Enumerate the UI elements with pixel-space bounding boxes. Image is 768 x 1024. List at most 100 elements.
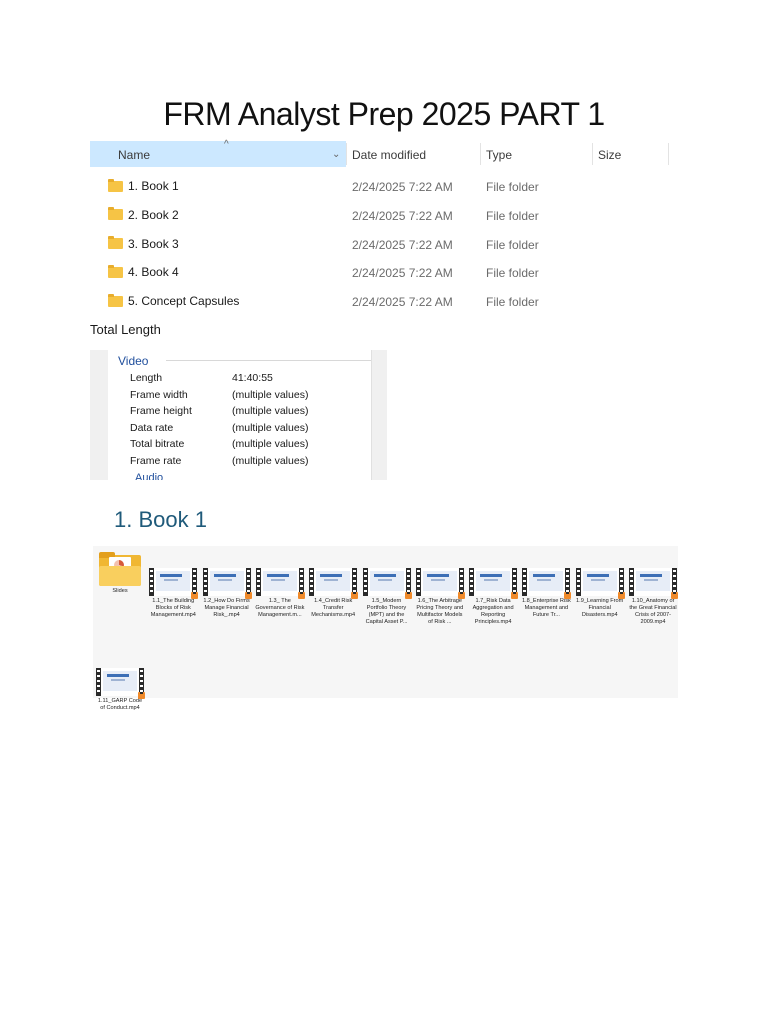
folder-icon bbox=[108, 178, 123, 192]
type-cell: File folder bbox=[486, 295, 539, 310]
type-cell: File folder bbox=[486, 237, 539, 252]
video-file-tile[interactable]: 1.4_Credit Risk Transfer Mechanisms.mp4 bbox=[308, 552, 359, 619]
property-label: Frame height bbox=[130, 405, 192, 417]
file-name: 1.10_Anatomy of the Great Financial Cris… bbox=[629, 598, 677, 625]
property-label: Frame width bbox=[130, 388, 188, 401]
video-thumbnail-icon bbox=[309, 568, 359, 599]
column-header-type[interactable]: Type bbox=[486, 141, 512, 169]
total-length-label: Total Length bbox=[90, 322, 161, 337]
properties-scrollbar[interactable] bbox=[371, 350, 387, 480]
video-file-tile[interactable]: 1.10_Anatomy of the Great Financial Cris… bbox=[628, 552, 678, 626]
date-modified-cell: 2/24/2025 7:22 AM bbox=[352, 237, 453, 252]
folder-row[interactable]: 5. Concept Capsules 2/24/2025 7:22 AM File… bbox=[90, 286, 670, 315]
section-divider bbox=[166, 360, 378, 361]
file-name: 1.6_The Arbitrage Pricing Theory and Mul… bbox=[416, 598, 464, 625]
properties-panel: Video Length 41:40:55 Frame width (multiple… bbox=[90, 350, 401, 480]
folder-name-cell: 1. Book 1 bbox=[108, 178, 179, 193]
folder-rows: 1. Book 1 2/24/2025 7:22 AM File folder 2. … bbox=[90, 171, 670, 315]
column-divider[interactable] bbox=[668, 143, 669, 165]
video-file-tile[interactable]: 1.7_Risk Data Aggregation and Reporting … bbox=[468, 552, 519, 626]
video-thumbnail-icon bbox=[629, 568, 678, 599]
video-section-heading: Video bbox=[118, 354, 149, 368]
video-thumbnail-icon bbox=[202, 568, 252, 599]
property-value: (multiple values) bbox=[232, 388, 309, 401]
folder-row[interactable]: 2. Book 2 2/24/2025 7:22 AM File folder bbox=[90, 200, 670, 229]
date-modified-cell: 2/24/2025 7:22 AM bbox=[352, 180, 453, 194]
file-name: 1.5_Modern Portfolio Theory (MPT) and th… bbox=[365, 598, 408, 625]
properties-content: Video Length 41:40:55 Frame width (multiple… bbox=[108, 350, 401, 480]
column-header-name[interactable]: Name bbox=[90, 141, 346, 167]
column-divider[interactable] bbox=[480, 143, 481, 165]
file-name: 1.3_ The Governance of Risk Management.m… bbox=[255, 598, 305, 618]
property-label: Frame rate bbox=[130, 454, 182, 467]
video-file-tile[interactable]: 1.11_GARP Code of Conduct.mp4 bbox=[95, 652, 145, 712]
audio-section-heading: Audio bbox=[135, 472, 164, 480]
document-title: FRM Analyst Prep 2025 PART 1 bbox=[163, 96, 605, 132]
file-name: 1.2_How Do Firms Manage Financial Risk_.… bbox=[203, 598, 250, 618]
file-name: 1.9_Learning From Financial Disasters.mp… bbox=[576, 598, 624, 618]
folder-name-cell: 4. Book 4 bbox=[108, 264, 179, 280]
property-value: (multiple values) bbox=[232, 421, 309, 434]
sort-ascending-icon: ^ bbox=[224, 139, 229, 150]
folder-icon bbox=[108, 293, 123, 307]
folder-name-cell: 2. Book 2 bbox=[108, 207, 179, 222]
column-divider[interactable] bbox=[592, 143, 593, 165]
folder-icon bbox=[108, 264, 123, 278]
folder-name: 4. Book 4 bbox=[128, 265, 179, 280]
file-name: 1.11_GARP Code of Conduct.mp4 bbox=[97, 698, 143, 711]
video-file-tile[interactable]: 1.9_Learning From Financial Disasters.mp… bbox=[575, 552, 625, 619]
type-cell: File folder bbox=[486, 208, 539, 223]
file-name: Slides bbox=[112, 588, 128, 594]
video-thumbnail-icon bbox=[522, 568, 572, 599]
folder-row[interactable]: 3. Book 3 2/24/2025 7:22 AM File folder bbox=[90, 229, 670, 258]
column-divider[interactable] bbox=[346, 143, 347, 165]
file-name: 1.1_The Building Blocks of Risk Manageme… bbox=[150, 598, 196, 618]
video-thumbnail-icon bbox=[96, 668, 145, 699]
folder-icon bbox=[108, 236, 123, 250]
video-file-tile[interactable]: 1.5_Modern Portfolio Theory (MPT) and th… bbox=[362, 552, 412, 626]
file-explorer-list: Name ^ ⌄ Date modified Type Size 1. Book… bbox=[90, 139, 670, 316]
folder-name: 2. Book 2 bbox=[128, 207, 179, 222]
file-name: 1.7_Risk Data Aggregation and Reporting … bbox=[472, 598, 514, 625]
book1-file-grid: Slides 1.1_The Building Blocks of Risk Ma… bbox=[93, 546, 678, 711]
type-cell: File folder bbox=[486, 180, 539, 194]
date-modified-cell: 2/24/2025 7:22 AM bbox=[352, 266, 453, 281]
folder-icon bbox=[108, 207, 123, 221]
chevron-down-icon[interactable]: ⌄ bbox=[332, 141, 340, 169]
folder-name-cell: 5. Concept Capsules bbox=[108, 293, 240, 309]
folder-row[interactable]: 1. Book 1 2/24/2025 7:22 AM File folder bbox=[90, 171, 670, 200]
video-thumbnail-icon bbox=[362, 568, 412, 599]
folder-name-cell: 3. Book 3 bbox=[108, 236, 179, 251]
property-value: (multiple values) bbox=[232, 405, 309, 417]
video-thumbnail-icon bbox=[415, 568, 465, 599]
type-cell: File folder bbox=[486, 266, 539, 281]
column-header-row: Name ^ ⌄ Date modified Type Size bbox=[90, 139, 670, 169]
folder-name: 5. Concept Capsules bbox=[128, 294, 240, 309]
column-header-size[interactable]: Size bbox=[598, 141, 621, 169]
folder-row[interactable]: 4. Book 4 2/24/2025 7:22 AM File folder bbox=[90, 257, 670, 286]
property-value: 41:40:55 bbox=[232, 372, 273, 384]
video-file-tile[interactable]: 1.8_Enterprise Risk Management and Futur… bbox=[521, 552, 572, 619]
property-label: Length bbox=[130, 372, 163, 384]
slides-folder-icon bbox=[99, 552, 141, 586]
column-name-label: Name bbox=[118, 148, 151, 162]
video-file-tile[interactable]: 1.1_The Building Blocks of Risk Manageme… bbox=[148, 552, 199, 619]
video-thumbnail-icon bbox=[149, 568, 199, 599]
property-value: (multiple values) bbox=[232, 438, 309, 450]
folder-name: 3. Book 3 bbox=[128, 236, 179, 251]
folder-name: 1. Book 1 bbox=[128, 179, 179, 193]
property-label: Data rate bbox=[130, 421, 174, 434]
property-value: (multiple values) bbox=[232, 454, 309, 467]
property-label: Total bitrate bbox=[130, 438, 185, 450]
video-thumbnail-icon bbox=[575, 568, 625, 599]
video-file-tile[interactable]: 1.6_The Arbitrage Pricing Theory and Mul… bbox=[415, 552, 465, 626]
video-file-tile[interactable]: 1.2_How Do Firms Manage Financial Risk_.… bbox=[202, 552, 252, 619]
file-name: 1.4_Credit Risk Transfer Mechanisms.mp4 bbox=[311, 598, 356, 618]
video-file-tile[interactable]: 1.3_ The Governance of Risk Management.m… bbox=[255, 552, 305, 619]
file-name: 1.8_Enterprise Risk Management and Futur… bbox=[521, 598, 571, 618]
folder-tile[interactable]: Slides bbox=[95, 552, 145, 595]
date-modified-cell: 2/24/2025 7:22 AM bbox=[352, 208, 453, 223]
column-header-date-modified[interactable]: Date modified bbox=[352, 141, 426, 169]
date-modified-cell: 2/24/2025 7:22 AM bbox=[352, 295, 453, 310]
section-heading: 1. Book 1 bbox=[114, 507, 207, 532]
